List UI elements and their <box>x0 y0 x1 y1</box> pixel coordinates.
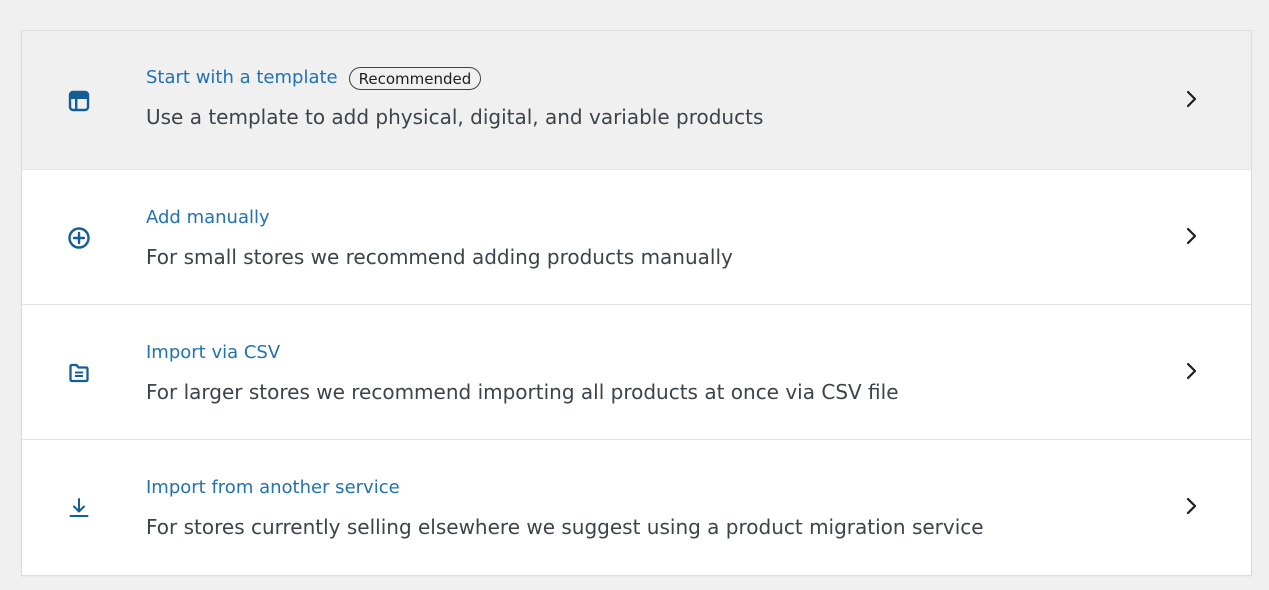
option-text: Start with a template Recommended Use a … <box>146 64 1131 131</box>
chevron-right-icon <box>1184 495 1200 517</box>
option-import-csv[interactable]: Import via CSV For larger stores we reco… <box>22 305 1251 440</box>
recommended-badge: Recommended <box>348 66 482 90</box>
product-options-list: Start with a template Recommended Use a … <box>21 30 1252 576</box>
option-description: For small stores we recommend adding pro… <box>146 245 733 269</box>
chevron-right-icon <box>1184 225 1200 247</box>
option-description: For larger stores we recommend importing… <box>146 380 899 404</box>
option-title: Import from another service <box>146 477 400 498</box>
option-title: Add manually <box>146 207 270 228</box>
option-text: Import via CSV For larger stores we reco… <box>146 339 1131 406</box>
template-icon <box>66 88 92 114</box>
option-title: Import via CSV <box>146 342 281 363</box>
option-description: Use a template to add physical, digital,… <box>146 105 764 129</box>
file-icon <box>66 360 92 386</box>
option-text: Import from another service For stores c… <box>146 474 1131 541</box>
option-text: Add manually For small stores we recomme… <box>146 204 1131 271</box>
option-title: Start with a template <box>146 67 338 88</box>
add-circle-icon <box>66 225 92 251</box>
option-import-another-service[interactable]: Import from another service For stores c… <box>22 440 1251 575</box>
option-start-with-template[interactable]: Start with a template Recommended Use a … <box>22 31 1251 170</box>
download-icon <box>66 495 92 521</box>
option-add-manually[interactable]: Add manually For small stores we recomme… <box>22 170 1251 305</box>
chevron-right-icon <box>1184 360 1200 382</box>
option-description: For stores currently selling elsewhere w… <box>146 515 984 539</box>
chevron-right-icon <box>1184 88 1200 110</box>
